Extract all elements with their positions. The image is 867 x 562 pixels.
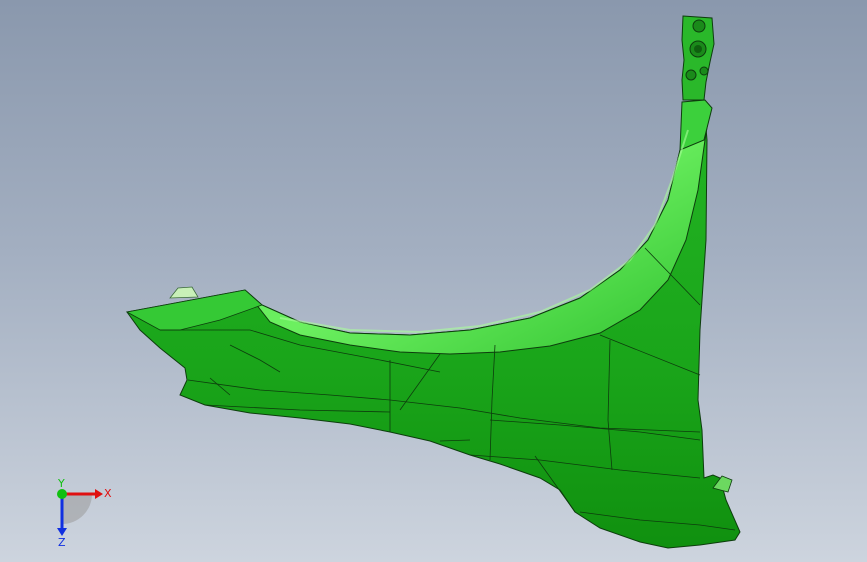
bracket-hole-4 [699,66,709,76]
bracket-hole-3 [685,69,697,81]
y-axis-dot [57,489,67,499]
front-tab [169,286,199,299]
x-axis-arrow [95,489,103,499]
fender-model[interactable] [0,0,867,562]
x-axis-label: X [104,487,112,500]
axis-triad: X Y Z [57,478,112,548]
y-axis-label: Y [57,478,65,490]
bracket-hole-2-inner [694,45,702,53]
triad-shadow [62,494,92,524]
cad-viewport[interactable]: X Y Z [0,0,867,562]
z-axis-arrow [57,528,67,536]
bracket-hole-1 [692,19,706,33]
z-axis-label: Z [58,536,66,548]
